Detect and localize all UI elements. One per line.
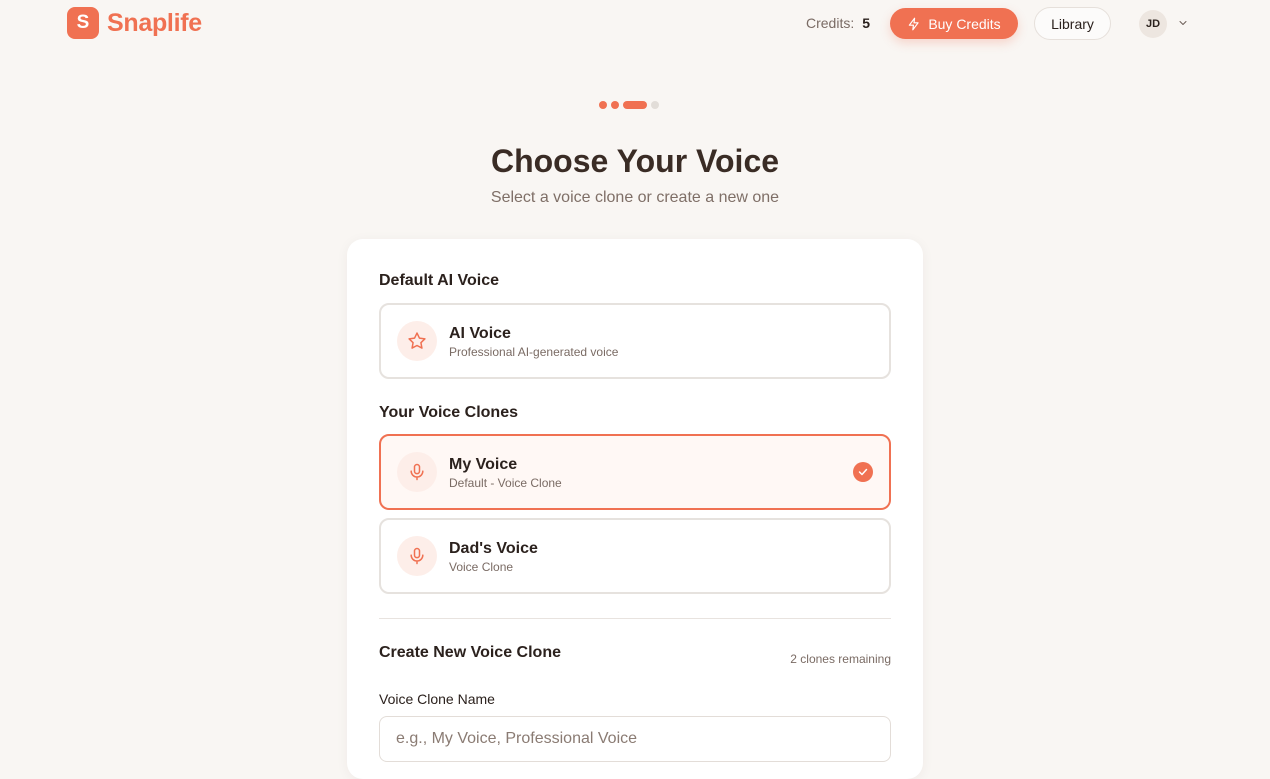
- avatar[interactable]: JD: [1139, 10, 1167, 38]
- logo-mark: S: [67, 7, 99, 39]
- clone-name-input[interactable]: [379, 716, 891, 762]
- credits-label: Credits:: [806, 15, 855, 31]
- voice-clone-option-dads-voice[interactable]: Dad's Voice Voice Clone: [379, 518, 891, 594]
- page-subtitle: Select a voice clone or create a new one: [490, 189, 780, 206]
- microphone-icon: [410, 463, 424, 481]
- voice-clone-icon-wrap: [397, 536, 437, 576]
- ai-voice-title: AI Voice: [449, 325, 511, 342]
- clones-remaining: 2 clones remaining: [790, 652, 891, 666]
- buy-credits-label: Buy Credits: [928, 15, 1001, 32]
- voice-clone-title: My Voice: [449, 456, 518, 473]
- section-divider: [379, 618, 891, 619]
- create-clone-heading: Create New Voice Clone: [379, 644, 561, 661]
- voice-clone-title: Dad's Voice: [449, 540, 538, 557]
- voice-clone-subtitle: Voice Clone: [449, 560, 514, 574]
- voice-clone-icon-wrap: [397, 452, 437, 492]
- voice-selection-card: Default AI Voice AI Voice Professional A…: [347, 239, 923, 779]
- progress-step-1: [599, 101, 607, 109]
- ai-voice-subtitle: Professional AI-generated voice: [449, 345, 619, 359]
- microphone-icon: [410, 547, 424, 565]
- credits-count: 5: [862, 15, 871, 31]
- progress-step-4: [651, 101, 659, 109]
- progress-step-2: [611, 101, 619, 109]
- voice-clones-heading: Your Voice Clones: [379, 404, 518, 421]
- ai-voice-icon-wrap: [397, 321, 437, 361]
- top-bar: S Snaplife Credits: 5 Buy Credits Librar…: [0, 0, 1270, 48]
- chevron-down-icon[interactable]: [1177, 17, 1189, 29]
- buy-credits-button[interactable]: Buy Credits: [890, 8, 1018, 39]
- default-voice-heading: Default AI Voice: [379, 272, 500, 289]
- ai-voice-option[interactable]: AI Voice Professional AI-generated voice: [379, 303, 891, 379]
- brand-name: Snaplife: [107, 8, 202, 37]
- page-title: Choose Your Voice: [490, 143, 780, 179]
- voice-clone-option-my-voice[interactable]: My Voice Default - Voice Clone: [379, 434, 891, 510]
- voice-clone-subtitle: Default - Voice Clone: [449, 476, 562, 490]
- star-icon: [408, 332, 426, 349]
- library-button[interactable]: Library: [1034, 7, 1111, 40]
- selected-check-icon: [853, 462, 873, 482]
- lightning-icon: [909, 17, 919, 30]
- progress-step-3: [623, 101, 647, 109]
- logo[interactable]: S Snaplife: [67, 7, 202, 39]
- step-progress: [599, 101, 659, 109]
- credits-display: Credits: 5: [806, 15, 870, 31]
- clone-name-label: Voice Clone Name: [379, 691, 495, 707]
